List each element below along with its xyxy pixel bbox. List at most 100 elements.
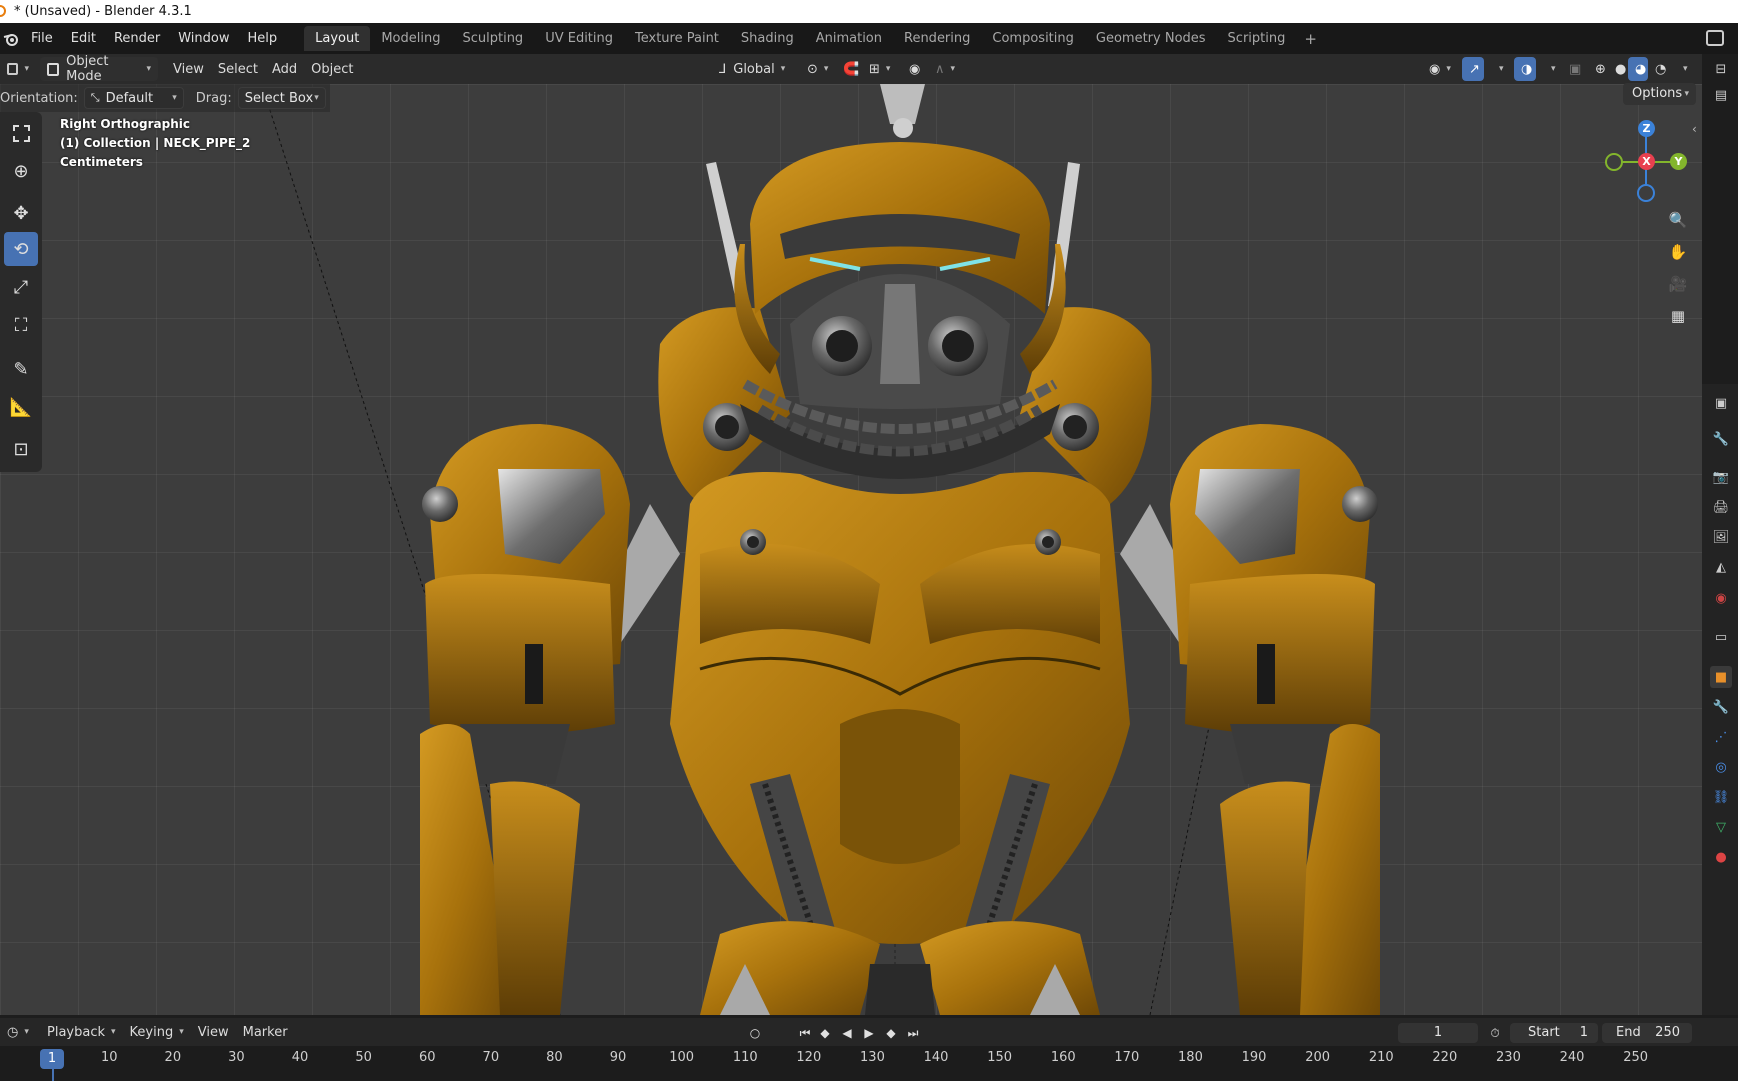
- modifier-properties-icon[interactable]: 🔧: [1710, 696, 1732, 718]
- shading-dropdown-icon[interactable]: ▾: [1670, 57, 1688, 81]
- tab-modeling[interactable]: Modeling: [370, 26, 451, 51]
- gizmo-toggle-icon[interactable]: ↗: [1462, 57, 1484, 81]
- menu-help[interactable]: Help: [239, 23, 287, 54]
- object-properties-icon[interactable]: ■: [1710, 666, 1732, 688]
- jump-end-icon[interactable]: ⏭: [904, 1023, 922, 1043]
- proportional-edit-icon[interactable]: ◉: [902, 57, 926, 81]
- play-icon[interactable]: ▶: [860, 1023, 878, 1043]
- start-frame-field[interactable]: Start 1: [1510, 1023, 1598, 1043]
- transform-icon[interactable]: ⛶: [4, 308, 38, 342]
- preview-range-icon[interactable]: ⏱: [1486, 1023, 1504, 1043]
- add-cube-icon[interactable]: ⊡: [4, 432, 38, 466]
- outliner-icon[interactable]: ▤: [1710, 84, 1732, 106]
- visibility-icon[interactable]: ◉ ▾: [1422, 57, 1454, 81]
- view-layer-icon[interactable]: 🖼: [1710, 526, 1732, 548]
- collapse-sidebar-icon[interactable]: ‹: [1692, 122, 1697, 136]
- pan-hand-icon[interactable]: ✋: [1665, 239, 1691, 265]
- menu-view[interactable]: View: [166, 57, 211, 81]
- physics-properties-icon[interactable]: ◎: [1710, 756, 1732, 778]
- orientation-dropdown[interactable]: ⤡ Default ▾: [83, 87, 184, 109]
- menu-select[interactable]: Select: [211, 57, 265, 81]
- navigation-gizmo[interactable]: Z X Y: [1600, 115, 1690, 210]
- gizmo-y-axis[interactable]: Y: [1670, 153, 1687, 170]
- menu-object[interactable]: Object: [304, 57, 360, 81]
- menu-edit[interactable]: Edit: [62, 23, 105, 54]
- menu-timeline-view[interactable]: View: [191, 1020, 236, 1044]
- outliner-filter-icon[interactable]: ⊟: [1710, 58, 1732, 80]
- ruler-tick-label: 80: [546, 1050, 563, 1065]
- camera-view-icon[interactable]: 🎥: [1665, 271, 1691, 297]
- menu-add[interactable]: Add: [265, 57, 304, 81]
- auto-keying-icon[interactable]: ○: [746, 1023, 764, 1043]
- world-properties-icon[interactable]: ◉: [1710, 587, 1732, 609]
- menu-render[interactable]: Render: [105, 23, 169, 54]
- 3d-viewport[interactable]: Right Orthographic (1) Collection | NECK…: [0, 84, 1702, 1015]
- tab-layout[interactable]: Layout: [304, 26, 371, 51]
- zoom-icon[interactable]: 🔍: [1665, 207, 1691, 233]
- scene-properties-icon[interactable]: ◭: [1710, 556, 1732, 578]
- material-shading-icon[interactable]: ◕: [1628, 57, 1648, 81]
- gizmo-dropdown-icon[interactable]: ▾: [1486, 57, 1504, 81]
- tab-rendering[interactable]: Rendering: [893, 26, 981, 51]
- cursor-icon[interactable]: ⊕: [4, 154, 38, 188]
- tool-properties-icon[interactable]: 🔧: [1710, 428, 1732, 450]
- tab-uv-editing[interactable]: UV Editing: [534, 26, 624, 51]
- timeline-editor-type-icon[interactable]: ◷ ▾: [0, 1020, 34, 1044]
- menu-marker[interactable]: Marker: [236, 1020, 295, 1044]
- snap-icon[interactable]: 🧲: [836, 57, 862, 81]
- data-properties-icon[interactable]: ▽: [1710, 816, 1732, 838]
- current-frame-indicator[interactable]: 1: [40, 1049, 64, 1069]
- render-properties-icon[interactable]: 📷: [1710, 466, 1732, 488]
- pivot-point-icon[interactable]: ⊙ ▾: [800, 57, 832, 81]
- add-workspace-button[interactable]: +: [1296, 30, 1325, 48]
- tab-compositing[interactable]: Compositing: [981, 26, 1085, 51]
- measure-icon[interactable]: 📐: [4, 390, 38, 424]
- transform-orientation-dropdown[interactable]: ⅃ Global ▾: [712, 57, 796, 81]
- select-box-icon[interactable]: [4, 116, 38, 150]
- tab-animation[interactable]: Animation: [805, 26, 893, 51]
- tab-scripting[interactable]: Scripting: [1217, 26, 1297, 51]
- overlay-dropdown-icon[interactable]: ▾: [1538, 57, 1556, 81]
- mode-dropdown[interactable]: Object Mode ▾: [40, 54, 158, 84]
- tab-shading[interactable]: Shading: [730, 26, 805, 51]
- collection-properties-icon[interactable]: ▭: [1710, 626, 1732, 648]
- overlay-toggle-icon[interactable]: ◑: [1514, 57, 1536, 81]
- constraints-icon[interactable]: ⛓: [1710, 786, 1732, 808]
- particles-icon[interactable]: ⋰: [1710, 726, 1732, 748]
- solid-shading-icon[interactable]: ●: [1608, 57, 1628, 81]
- menu-file[interactable]: File: [22, 23, 62, 54]
- menu-window[interactable]: Window: [169, 23, 238, 54]
- editor-type-button[interactable]: ▾: [0, 57, 36, 81]
- properties-editor-icon[interactable]: ▣: [1710, 392, 1732, 414]
- wireframe-shading-icon[interactable]: ⊕: [1588, 57, 1608, 81]
- annotate-icon[interactable]: ✎: [4, 352, 38, 386]
- scene-selector-area[interactable]: [1694, 23, 1738, 54]
- move-icon[interactable]: ✥: [4, 196, 38, 230]
- end-frame-field[interactable]: End 250: [1602, 1023, 1692, 1043]
- scale-icon[interactable]: ⤢: [4, 270, 38, 304]
- gizmo-z-axis[interactable]: Z: [1638, 120, 1655, 137]
- current-frame-field[interactable]: 1: [1398, 1023, 1478, 1043]
- play-reverse-icon[interactable]: ◀: [838, 1023, 856, 1043]
- rotate-icon[interactable]: ⟲: [4, 232, 38, 266]
- falloff-icon[interactable]: ∧ ▾: [928, 57, 956, 81]
- gizmo-x-axis[interactable]: X: [1638, 153, 1655, 170]
- rendered-shading-icon[interactable]: ◔: [1648, 57, 1668, 81]
- tab-geometry-nodes[interactable]: Geometry Nodes: [1085, 26, 1217, 51]
- xray-toggle-icon[interactable]: ▣: [1562, 57, 1584, 81]
- tab-texture-paint[interactable]: Texture Paint: [624, 26, 730, 51]
- options-dropdown[interactable]: Options ▾: [1623, 83, 1696, 105]
- blender-menu-icon[interactable]: [0, 23, 22, 54]
- snap-target-icon[interactable]: ⊞ ▾: [862, 57, 896, 81]
- material-properties-icon[interactable]: ●: [1710, 846, 1732, 868]
- output-properties-icon[interactable]: 🖨: [1710, 496, 1732, 518]
- jump-start-icon[interactable]: ⏮: [796, 1023, 814, 1043]
- jump-keyframe-forward-icon[interactable]: ◆: [882, 1023, 900, 1043]
- tab-sculpting[interactable]: Sculpting: [451, 26, 534, 51]
- menu-keying[interactable]: Keying ▾: [123, 1020, 191, 1044]
- drag-dropdown[interactable]: Select Box ▾: [237, 87, 326, 109]
- ortho-grid-icon[interactable]: ▦: [1665, 303, 1691, 329]
- timeline-ruler[interactable]: 1 10 20 30 40 50 60 70 80 90 100 110 120 130 140 150 16…: [0, 1046, 1738, 1081]
- menu-playback[interactable]: Playback ▾: [40, 1020, 123, 1044]
- jump-keyframe-back-icon[interactable]: ◆: [816, 1023, 834, 1043]
